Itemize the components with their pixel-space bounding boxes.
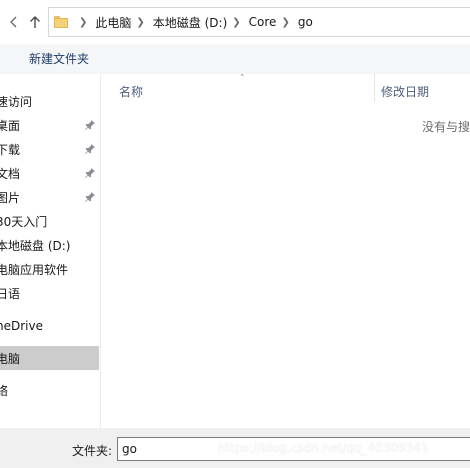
nav-item-label: neDrive <box>0 319 43 333</box>
breadcrumb-chevron-icon[interactable]: ❯ <box>136 17 144 28</box>
nav-item-label: 电脑应用软件 <box>0 262 69 277</box>
nav-item-label: 本地磁盘 (D:) <box>0 238 71 253</box>
breadcrumb-core[interactable]: Core <box>249 15 277 29</box>
address-row: ❯ 此电脑 ❯ 本地磁盘 (D:) ❯ Core ❯ go <box>0 0 470 44</box>
nav-item-label: 电脑 <box>0 351 21 366</box>
folder-name-input[interactable] <box>117 437 470 461</box>
sort-ascending-icon: ˄ <box>240 74 245 84</box>
nav-item-network[interactable]: 络 <box>0 378 99 402</box>
nav-item-documents[interactable]: 文档 <box>0 161 99 185</box>
nav-item-label: 30天入门 <box>0 214 48 229</box>
bottom-bar: 文件夹: https://blog.csdn.net/qq_40309341 <box>0 428 470 468</box>
nav-item-label: 下载 <box>0 142 21 157</box>
pin-icon[interactable] <box>84 119 96 131</box>
file-list-pane[interactable]: ˄ 名称 修改日期 没有与搜 <box>101 74 470 428</box>
nav-item-label: 日语 <box>0 286 21 301</box>
back-arrow-icon[interactable] <box>6 12 22 32</box>
nav-item-pictures[interactable]: 图片 <box>0 185 99 209</box>
breadcrumb-chevron-icon[interactable]: ❯ <box>281 17 289 28</box>
nav-item-onedrive[interactable]: neDrive <box>0 314 99 338</box>
address-bar[interactable]: ❯ 此电脑 ❯ 本地磁盘 (D:) ❯ Core ❯ go <box>48 7 470 37</box>
nav-item-pc-software[interactable]: 电脑应用软件 <box>0 257 99 281</box>
save-dialog-window: ❯ 此电脑 ❯ 本地磁盘 (D:) ❯ Core ❯ go 新建文件夹 速访问 … <box>0 0 470 468</box>
nav-item-label: 络 <box>0 382 8 399</box>
nav-item-quick-access[interactable]: 速访问 <box>0 89 99 113</box>
empty-folder-message: 没有与搜 <box>422 120 470 134</box>
navigation-pane[interactable]: 速访问 桌面 下载 文档 图片 30天入门 本地磁盘 (D:) 电脑应用软件 日… <box>0 74 101 428</box>
nav-item-label: 文档 <box>0 166 21 181</box>
column-divider[interactable] <box>374 74 375 102</box>
nav-item-30-days-intro[interactable]: 30天入门 <box>0 209 99 233</box>
nav-item-downloads[interactable]: 下载 <box>0 137 99 161</box>
nav-item-label: 速访问 <box>0 94 33 109</box>
nav-item-label: 图片 <box>0 190 21 205</box>
folder-name-label: 文件夹: <box>72 444 113 458</box>
column-header-date-modified[interactable]: 修改日期 <box>381 78 429 104</box>
toolbar: 新建文件夹 <box>0 44 470 74</box>
column-header-name[interactable]: 名称 <box>119 78 143 104</box>
nav-item-desktop[interactable]: 桌面 <box>0 113 99 137</box>
pin-icon[interactable] <box>84 167 96 179</box>
breadcrumb-local-disk-d[interactable]: 本地磁盘 (D:) <box>153 14 227 31</box>
up-arrow-icon[interactable] <box>27 12 43 32</box>
breadcrumb-go[interactable]: go <box>298 15 313 29</box>
breadcrumb-chevron-icon[interactable]: ❯ <box>79 17 87 28</box>
breadcrumb-chevron-icon[interactable]: ❯ <box>232 17 240 28</box>
nav-item-this-pc[interactable]: 电脑 <box>0 346 99 370</box>
new-folder-button[interactable]: 新建文件夹 <box>29 50 89 67</box>
nav-item-local-disk-d[interactable]: 本地磁盘 (D:) <box>0 233 99 257</box>
nav-item-japanese[interactable]: 日语 <box>0 281 99 305</box>
breadcrumb-this-pc[interactable]: 此电脑 <box>95 14 131 31</box>
pin-icon[interactable] <box>84 143 96 155</box>
nav-item-label: 桌面 <box>0 118 21 133</box>
pin-icon[interactable] <box>84 191 96 203</box>
folder-icon <box>54 16 68 28</box>
